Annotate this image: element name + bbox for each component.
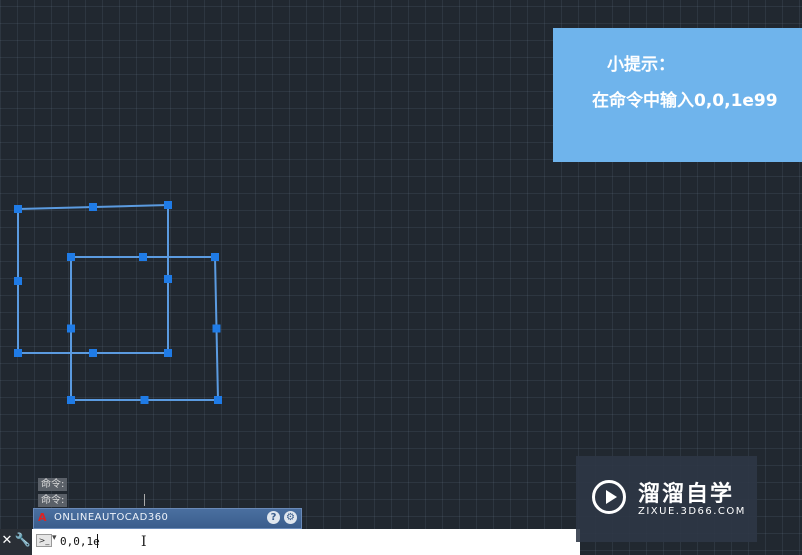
- watermark: 溜溜自学 ZIXUE.3D66.COM: [576, 456, 757, 542]
- history-line-1: 命令:: [38, 478, 68, 491]
- grip-point[interactable]: [211, 253, 219, 261]
- help-icon[interactable]: ?: [267, 511, 280, 524]
- tip-title: 小提示：: [607, 55, 675, 75]
- close-icon[interactable]: ✕: [0, 529, 14, 555]
- grip-point[interactable]: [212, 324, 221, 333]
- selected-rectangle-2[interactable]: [70, 256, 220, 401]
- history-line-2: 命令:: [38, 494, 68, 507]
- autocad-logo-icon: A: [38, 511, 47, 524]
- command-window-titlebar[interactable]: A ONLINEAUTOCAD360 ? ⚙: [33, 508, 302, 529]
- watermark-domain: ZIXUE.3D66.COM: [638, 506, 746, 517]
- text-caret: [97, 534, 98, 548]
- grip-points[interactable]: [14, 201, 222, 404]
- grip-point[interactable]: [67, 324, 75, 333]
- tip-text: 在命令中输入0,0,1e99: [592, 91, 778, 111]
- grip-point[interactable]: [139, 253, 147, 261]
- grip-point[interactable]: [14, 349, 22, 357]
- wrench-icon[interactable]: 🔧: [14, 529, 32, 555]
- grip-point[interactable]: [164, 349, 172, 357]
- grip-point[interactable]: [164, 275, 172, 283]
- command-input[interactable]: [60, 532, 360, 550]
- grip-point[interactable]: [67, 253, 75, 261]
- grip-point[interactable]: [214, 396, 222, 404]
- settings-icon[interactable]: ⚙: [284, 511, 297, 524]
- grip-point[interactable]: [14, 205, 22, 213]
- text-cursor-marker: [144, 494, 145, 506]
- play-logo-icon: [592, 480, 626, 514]
- grip-point[interactable]: [140, 396, 149, 404]
- watermark-name: 溜溜自学: [638, 482, 735, 507]
- selected-rectangle-1[interactable]: [17, 203, 169, 354]
- ibeam-cursor-icon: I: [141, 534, 147, 550]
- tip-box: 小提示： 在命令中输入0,0,1e99: [553, 28, 802, 162]
- command-window-title: ONLINEAUTOCAD360: [54, 512, 169, 523]
- grip-point[interactable]: [89, 203, 97, 211]
- grip-point[interactable]: [14, 277, 22, 285]
- grip-point[interactable]: [67, 396, 75, 404]
- grip-point[interactable]: [164, 201, 172, 209]
- command-prompt-icon[interactable]: >_: [36, 534, 52, 547]
- chevron-down-icon[interactable]: ▾: [52, 533, 57, 543]
- grip-point[interactable]: [89, 349, 97, 357]
